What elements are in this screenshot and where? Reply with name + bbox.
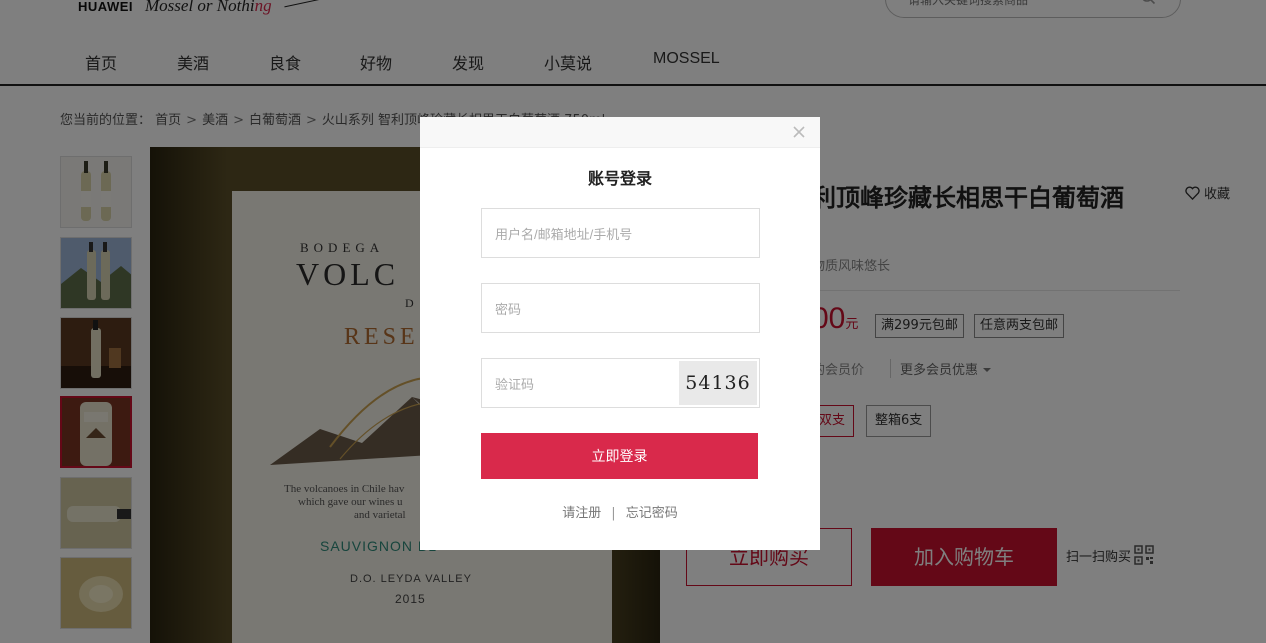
modal-topbar	[420, 117, 820, 148]
login-modal: 账号登录 54136 立即登录 请注册 | 忘记密码	[420, 117, 820, 550]
username-field	[481, 208, 760, 258]
username-input[interactable]	[495, 224, 675, 244]
link-separator: |	[611, 506, 616, 521]
close-icon[interactable]	[792, 125, 806, 139]
password-field	[481, 283, 760, 333]
captcha-input[interactable]	[495, 374, 645, 394]
forgot-password-link[interactable]: 忘记密码	[626, 506, 678, 521]
modal-title: 账号登录	[587, 169, 652, 188]
password-input[interactable]	[495, 299, 675, 319]
captcha-field: 54136	[481, 358, 760, 408]
modal-links: 请注册 | 忘记密码	[420, 502, 820, 521]
login-button[interactable]: 立即登录	[481, 433, 758, 479]
register-link[interactable]: 请注册	[562, 506, 601, 521]
captcha-image[interactable]: 54136	[679, 361, 757, 405]
